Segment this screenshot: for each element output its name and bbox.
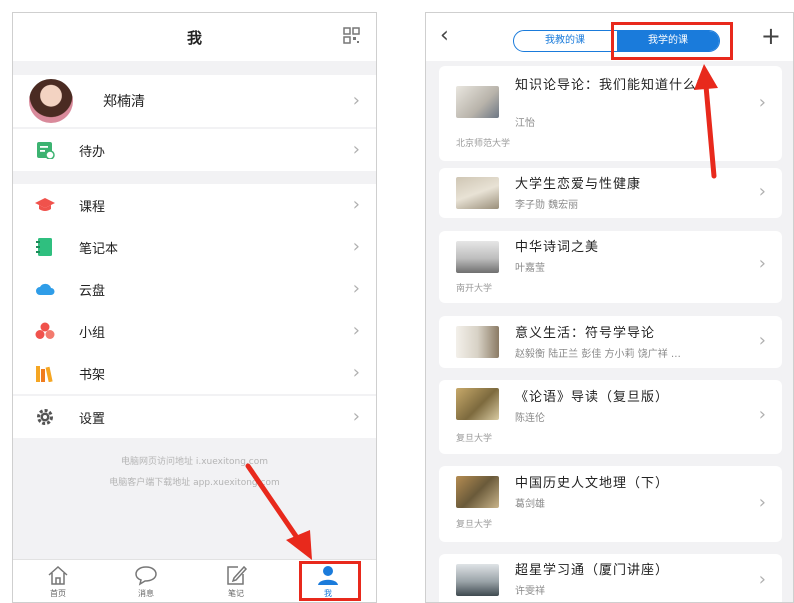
profile-screen: 我 郑楠清 › 待办 › 课程 › 笔记本 › 云盘 › 小组 › 书架 › 设… (12, 12, 377, 603)
course-university: 复旦大学 (456, 520, 493, 530)
course-thumbnail (456, 86, 499, 118)
tab-home[interactable]: 首页 (33, 564, 83, 599)
page-title: 我 (186, 29, 202, 47)
chevron-right-icon: › (758, 253, 766, 274)
course-thumbnail (456, 476, 499, 508)
tab-label: 首页 (50, 589, 66, 598)
course-author: 许雯祥 (515, 586, 545, 597)
chevron-right-icon: › (352, 278, 360, 299)
todo-icon (37, 142, 55, 159)
chevron-right-icon: › (352, 406, 360, 427)
avatar (29, 79, 73, 123)
profile-header: 我 (13, 13, 376, 61)
course-thumbnail (456, 326, 499, 358)
todo-group: 待办 › (13, 129, 376, 171)
notebook-icon (36, 238, 52, 256)
menu-item-label: 课程 (79, 200, 106, 215)
chevron-right-icon: › (758, 92, 766, 113)
course-university: 北京师范大学 (456, 139, 511, 149)
course-author: 江怡 (515, 118, 535, 129)
menu-item-label: 笔记本 (79, 242, 119, 257)
course-card[interactable]: 超星学习通（厦门讲座） 许雯祥 › (439, 554, 782, 602)
chevron-right-icon: › (352, 362, 360, 383)
course-title: 中华诗词之美 (515, 240, 600, 255)
profile-row[interactable]: 郑楠清 › (13, 75, 376, 127)
course-card[interactable]: 中国历史人文地理（下） 葛剑雄 复旦大学 › (439, 466, 782, 542)
tab-messages[interactable]: 消息 (121, 564, 171, 599)
course-card[interactable]: 中华诗词之美 叶嘉莹 南开大学 › (439, 231, 782, 303)
course-card[interactable]: 大学生恋爱与性健康 李子勋 魏宏丽 › (439, 168, 782, 218)
course-title: 《论语》导读（复旦版） (515, 390, 670, 405)
segment-teaching[interactable]: 我教的课 (514, 31, 616, 51)
chevron-right-icon: › (758, 404, 766, 425)
menu-item-group[interactable]: 小组 › (13, 310, 376, 352)
chevron-right-icon: › (352, 194, 360, 215)
menu-item-label: 待办 (79, 145, 106, 160)
menu-item-label: 小组 (79, 326, 106, 341)
course-card[interactable]: 意义生活：符号学导论 赵毅衡 陆正兰 彭佳 方小莉 饶广祥 … › (439, 316, 782, 368)
menu-item-label: 设置 (79, 412, 106, 427)
highlight-box (299, 561, 361, 601)
course-title: 大学生恋爱与性健康 (515, 177, 642, 192)
web-address-text: 电脑网页访问地址 i.xuexitong.com (121, 457, 268, 467)
chevron-right-icon: › (758, 330, 766, 351)
cloud-icon (36, 283, 55, 295)
bookshelf-icon (36, 366, 53, 382)
tab-notes[interactable]: 笔记 (211, 564, 261, 599)
course-author: 赵毅衡 陆正兰 彭佳 方小莉 饶广祥 … (515, 349, 681, 360)
back-chevron-icon[interactable]: ‹ (440, 23, 449, 48)
chevron-right-icon: › (758, 181, 766, 202)
chevron-right-icon: › (352, 236, 360, 257)
client-download-text: 电脑客户端下载地址 app.xuexitong.com (109, 478, 280, 488)
course-title: 中国历史人文地理（下） (515, 476, 670, 491)
graduation-cap-icon (35, 198, 55, 211)
menu-item-todo[interactable]: 待办 › (13, 129, 376, 171)
gear-icon (37, 409, 53, 425)
group-icon (35, 322, 55, 339)
menu-group: 课程 › 笔记本 › 云盘 › 小组 › 书架 › (13, 184, 376, 394)
note-edit-icon (227, 565, 248, 585)
course-thumbnail (456, 564, 499, 596)
courses-screen: ‹ 我教的课 我学的课 + 知识论导论：我们能知道什么？ 江怡 北京师范大学 ›… (425, 12, 794, 603)
course-author: 陈连伦 (515, 413, 545, 424)
course-author: 李子勋 魏宏丽 (515, 200, 579, 211)
courses-header: ‹ 我教的课 我学的课 + (426, 13, 793, 61)
menu-item-cloud[interactable]: 云盘 › (13, 268, 376, 310)
tab-label: 消息 (138, 589, 154, 598)
course-university: 南开大学 (456, 284, 493, 294)
menu-item-label: 书架 (79, 368, 106, 383)
highlight-box (611, 22, 733, 60)
course-title: 意义生活：符号学导论 (515, 326, 656, 341)
chevron-right-icon: › (758, 492, 766, 513)
course-card[interactable]: 《论语》导读（复旦版） 陈连伦 复旦大学 › (439, 380, 782, 454)
chevron-right-icon: › (352, 320, 360, 341)
course-author: 叶嘉莹 (515, 263, 545, 274)
menu-item-settings[interactable]: 设置 › (13, 396, 376, 438)
plus-icon[interactable]: + (761, 22, 781, 50)
menu-item-label: 云盘 (79, 284, 106, 299)
menu-item-bookshelf[interactable]: 书架 › (13, 352, 376, 394)
menu-item-courses[interactable]: 课程 › (13, 184, 376, 226)
course-author: 葛剑雄 (515, 499, 545, 510)
course-thumbnail (456, 177, 499, 209)
message-icon (135, 566, 157, 586)
chevron-right-icon: › (352, 139, 360, 160)
course-thumbnail (456, 388, 499, 420)
settings-group: 设置 › (13, 396, 376, 438)
course-card[interactable]: 知识论导论：我们能知道什么？ 江怡 北京师范大学 › (439, 66, 782, 161)
qr-code-icon[interactable] (343, 27, 360, 44)
course-thumbnail (456, 241, 499, 273)
tab-label: 笔记 (228, 589, 244, 598)
course-university: 复旦大学 (456, 434, 493, 444)
course-title: 知识论导论：我们能知道什么？ (515, 78, 712, 93)
menu-item-notebook[interactable]: 笔记本 › (13, 226, 376, 268)
profile-name: 郑楠清 (103, 94, 145, 110)
chevron-right-icon: › (352, 90, 360, 111)
course-title: 超星学习通（厦门讲座） (515, 563, 670, 578)
chevron-right-icon: › (758, 569, 766, 590)
home-icon (48, 565, 68, 585)
